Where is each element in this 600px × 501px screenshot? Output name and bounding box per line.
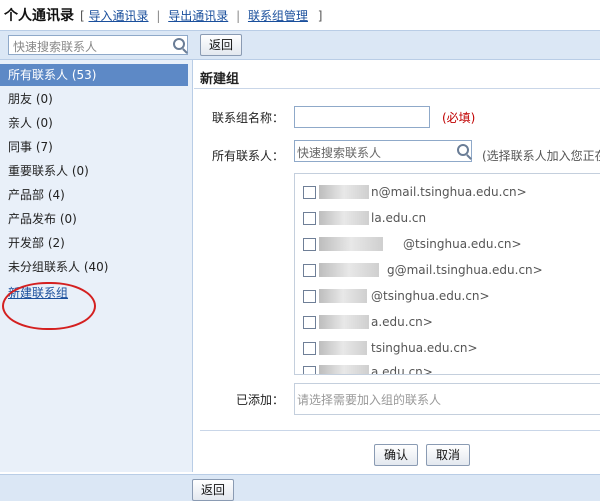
sidebar-item-product-release[interactable]: 产品发布 (0)	[0, 208, 188, 230]
sidebar-item-family[interactable]: 亲人 (0)	[0, 112, 188, 134]
contact-checkbox[interactable]	[303, 366, 316, 374]
contact-checkbox[interactable]	[303, 290, 316, 303]
group-name-label: 联系组名称：	[211, 111, 284, 125]
manage-groups-link[interactable]: 联系组管理	[248, 9, 308, 23]
sidebar-item-dev-dept[interactable]: 开发部 (2)	[0, 232, 188, 254]
all-contacts-label: 所有联系人：	[211, 149, 284, 163]
form-divider	[200, 430, 600, 431]
sidebar-item-friends[interactable]: 朋友 (0)	[0, 88, 188, 110]
contact-search-input[interactable]: 快速搜索联系人	[8, 35, 188, 55]
page-title: 个人通讯录	[4, 8, 74, 24]
contact-email: tsinghua.edu.cn>	[371, 341, 478, 355]
contact-checkbox[interactable]	[303, 212, 316, 225]
redacted-name	[319, 211, 369, 225]
added-label: 已添加：	[235, 393, 284, 407]
redacted-name	[319, 315, 369, 329]
contact-filter-placeholder: 快速搜索联系人	[297, 146, 382, 160]
redacted-name	[319, 237, 383, 251]
page-header: 个人通讯录 [ 导入通讯录 | 导出通讯录 | 联系组管理 ]	[0, 0, 600, 28]
bracket-open: [	[80, 9, 85, 23]
sidebar-item-product-dept[interactable]: 产品部 (4)	[0, 184, 188, 206]
new-group-panel: 新建组 联系组名称： (必填) 所有联系人： 快速搜索联系人 (选择联系人加入您…	[194, 60, 600, 472]
contact-email: a.edu.cn>	[371, 315, 433, 329]
contact-email: g@mail.tsinghua.edu.cn>	[387, 263, 543, 277]
contact-email: @tsinghua.edu.cn>	[403, 237, 522, 251]
list-item[interactable]: la.edu.cn	[303, 210, 600, 228]
redacted-name	[319, 289, 367, 303]
added-contacts-field[interactable]: 请选择需要加入组的联系人	[294, 383, 600, 415]
list-item[interactable]: n@mail.tsinghua.edu.cn>	[303, 184, 600, 202]
export-contacts-link[interactable]: 导出通讯录	[168, 9, 228, 23]
cancel-button[interactable]: 取消	[426, 444, 470, 466]
sidebar-item-all-contacts[interactable]: 所有联系人 (53)	[0, 64, 188, 86]
list-item[interactable]: tsinghua.edu.cn>	[303, 340, 600, 358]
confirm-button[interactable]: 确认	[374, 444, 418, 466]
list-item[interactable]: g@mail.tsinghua.edu.cn>	[303, 262, 600, 280]
panel-heading: 新建组	[200, 72, 240, 87]
back-button[interactable]: 返回	[200, 34, 242, 56]
redacted-name	[319, 185, 369, 199]
link-separator: |	[236, 9, 241, 23]
contact-email: a.edu.cn>	[371, 365, 433, 375]
sidebar-item-important[interactable]: 重要联系人 (0)	[0, 160, 188, 182]
group-name-input[interactable]	[294, 106, 430, 128]
header-links: [ 导入通讯录 | 导出通讯录 | 联系组管理 ]	[80, 7, 322, 24]
sidebar: 所有联系人 (53) 朋友 (0) 亲人 (0) 同事 (7) 重要联系人 (0…	[0, 60, 193, 472]
contact-hint: (选择联系人加入您正在	[482, 149, 600, 163]
contact-checkbox[interactable]	[303, 264, 316, 277]
contact-checkbox[interactable]	[303, 238, 316, 251]
list-item[interactable]: @tsinghua.edu.cn>	[303, 236, 600, 254]
search-placeholder: 快速搜索联系人	[13, 40, 98, 54]
redacted-name	[319, 263, 379, 277]
sidebar-item-ungrouped[interactable]: 未分组联系人 (40)	[0, 256, 188, 278]
contact-checkbox[interactable]	[303, 316, 316, 329]
search-icon[interactable]	[173, 38, 185, 50]
redacted-name	[319, 365, 369, 374]
added-placeholder: 请选择需要加入组的联系人	[297, 393, 442, 407]
contact-email: n@mail.tsinghua.edu.cn>	[371, 185, 527, 199]
redacted-name	[319, 341, 367, 355]
contact-checkbox[interactable]	[303, 186, 316, 199]
bracket-close: ]	[317, 9, 323, 23]
heading-divider	[194, 88, 600, 89]
link-separator: |	[156, 9, 161, 23]
required-note: (必填)	[442, 111, 476, 125]
sidebar-item-colleagues[interactable]: 同事 (7)	[0, 136, 188, 158]
contact-list[interactable]: n@mail.tsinghua.edu.cn> la.edu.cn @tsing…	[294, 173, 600, 375]
bottom-toolbar: 返回	[0, 474, 600, 501]
list-item[interactable]: a.edu.cn>	[303, 314, 600, 332]
import-contacts-link[interactable]: 导入通讯录	[89, 9, 149, 23]
annotation-circle	[2, 282, 96, 330]
contact-email: la.edu.cn	[371, 211, 427, 225]
list-item[interactable]: @tsinghua.edu.cn>	[303, 288, 600, 306]
list-item[interactable]: a.edu.cn>	[303, 364, 600, 375]
search-icon[interactable]	[457, 144, 469, 156]
top-toolbar: 快速搜索联系人 返回	[0, 30, 600, 60]
contact-checkbox[interactable]	[303, 342, 316, 355]
footer-back-button[interactable]: 返回	[192, 479, 234, 501]
contact-email: @tsinghua.edu.cn>	[371, 289, 490, 303]
contact-filter-input[interactable]: 快速搜索联系人	[294, 140, 472, 162]
